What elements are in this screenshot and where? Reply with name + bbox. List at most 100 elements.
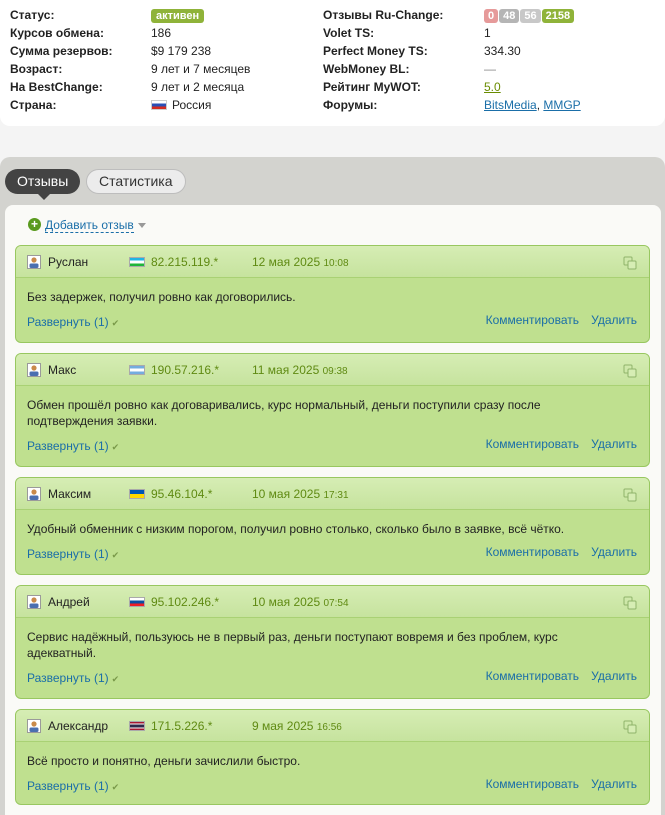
volet-value: 1 xyxy=(484,26,491,40)
user-icon xyxy=(27,363,41,377)
russia-flag-icon xyxy=(151,99,167,110)
reviewer-name: Максим xyxy=(48,487,92,501)
exchanger-info: Статус: активен Курсов обмена: 186 Сумма… xyxy=(0,0,665,126)
reviewer-ip: 95.46.104.* xyxy=(151,487,213,501)
negative-count-badge[interactable]: 0 xyxy=(484,9,499,23)
positive-count-badge[interactable]: 2158 xyxy=(541,9,575,23)
check-icon: ✔ xyxy=(111,674,120,684)
delete-link[interactable]: Удалить xyxy=(591,436,637,452)
copy-icon[interactable] xyxy=(623,488,637,502)
review-date: 11 мая 2025 09:38 xyxy=(252,363,348,377)
webmoney-label: WebMoney BL: xyxy=(323,62,410,76)
volet-label: Volet TS: xyxy=(323,26,375,40)
country-label: Страна: xyxy=(10,98,57,112)
review-card: Руслан 82.215.119.* 12 мая 2025 10:08 Бе… xyxy=(15,245,650,343)
copy-icon[interactable] xyxy=(623,720,637,734)
comment-link[interactable]: Комментировать xyxy=(486,312,579,328)
uzbekistan-flag-icon xyxy=(129,257,145,267)
bestchange-label: На BestChange: xyxy=(10,80,103,94)
user-icon xyxy=(27,487,41,501)
tab-reviews[interactable]: Отзывы xyxy=(5,169,81,194)
delete-link[interactable]: Удалить xyxy=(591,668,637,684)
expand-link[interactable]: Развернуть (1) ✔ xyxy=(27,778,119,795)
review-text: Без задержек, получил ровно как договори… xyxy=(27,290,296,304)
active-tab-pointer xyxy=(38,194,50,200)
user-icon xyxy=(27,595,41,609)
expand-link[interactable]: Развернуть (1) ✔ xyxy=(27,314,119,331)
bestchange-value: 9 лет и 2 месяца xyxy=(151,80,245,94)
review-header: Макс 190.57.216.* 11 мая 2025 09:38 xyxy=(16,354,649,386)
comment-link[interactable]: Комментировать xyxy=(486,668,579,684)
check-icon: ✔ xyxy=(111,782,120,792)
tab-statistics[interactable]: Статистика xyxy=(86,169,186,194)
status-badge: активен xyxy=(151,9,205,23)
review-date: 12 мая 2025 10:08 xyxy=(252,255,349,269)
slovakia-flag-icon xyxy=(129,597,145,607)
review-header: Александр 171.5.226.* 9 мая 2025 16:56 xyxy=(16,710,649,742)
review-header: Максим 95.46.104.* 10 мая 2025 17:31 xyxy=(16,478,649,510)
forum-bitsmedia-link[interactable]: BitsMedia xyxy=(484,98,537,112)
reviewer-name: Андрей xyxy=(48,595,90,609)
expand-link[interactable]: Развернуть (1) ✔ xyxy=(27,546,119,563)
reviewer-name: Руслан xyxy=(48,255,89,269)
review-card: Макс 190.57.216.* 11 мая 2025 09:38 Обме… xyxy=(15,353,650,467)
reviewer-name: Александр xyxy=(48,719,109,733)
comment-link[interactable]: Комментировать xyxy=(486,544,579,560)
reviewer-name: Макс xyxy=(48,363,77,377)
delete-link[interactable]: Удалить xyxy=(591,544,637,560)
review-header: Андрей 95.102.246.* 10 мая 2025 07:54 xyxy=(16,586,649,618)
reserves-value: $9 179 238 xyxy=(151,44,212,58)
review-card: Максим 95.46.104.* 10 мая 2025 17:31 Удо… xyxy=(15,477,650,575)
review-card: Андрей 95.102.246.* 10 мая 2025 07:54 Се… xyxy=(15,585,650,699)
forums-label: Форумы: xyxy=(323,98,378,112)
delete-link[interactable]: Удалить xyxy=(591,776,637,792)
add-plus-icon: + xyxy=(28,218,41,232)
user-icon xyxy=(27,255,41,269)
copy-icon[interactable] xyxy=(623,256,637,270)
chevron-down-icon xyxy=(137,223,146,229)
review-text: Сервис надёжный, пользуюсь не в первый р… xyxy=(27,630,558,660)
status-row: Статус: xyxy=(10,6,54,24)
comment-link[interactable]: Комментировать xyxy=(486,436,579,452)
forum-mmgp-link[interactable]: MMGP xyxy=(543,98,580,112)
mywot-rating-link[interactable]: 5.0 xyxy=(484,80,501,94)
claims-count-badge[interactable]: 48 xyxy=(499,9,520,23)
check-icon: ✔ xyxy=(111,442,120,452)
ukraine-flag-icon xyxy=(129,489,145,499)
reviewer-ip: 190.57.216.* xyxy=(151,363,220,377)
rates-label: Курсов обмена: xyxy=(10,26,104,40)
review-date: 10 мая 2025 07:54 xyxy=(252,595,349,609)
perfect-money-label: Perfect Money TS: xyxy=(323,44,428,58)
review-text: Обмен прошёл ровно как договаривались, к… xyxy=(27,398,541,428)
country-value: Россия xyxy=(172,98,212,112)
review-date: 9 мая 2025 16:56 xyxy=(252,719,342,733)
add-review-row[interactable]: + Добавить отзыв xyxy=(28,217,146,233)
review-text: Удобный обменник с низким порогом, получ… xyxy=(27,522,565,536)
check-icon: ✔ xyxy=(111,550,120,560)
review-text: Всё просто и понятно, деньги зачислили б… xyxy=(27,754,301,768)
reviewer-ip: 95.102.246.* xyxy=(151,595,220,609)
expand-link[interactable]: Развернуть (1) ✔ xyxy=(27,438,119,455)
delete-link[interactable]: Удалить xyxy=(591,312,637,328)
copy-icon[interactable] xyxy=(623,596,637,610)
review-card: Александр 171.5.226.* 9 мая 2025 16:56 В… xyxy=(15,709,650,805)
perfect-money-value: 334.30 xyxy=(484,44,521,58)
check-icon: ✔ xyxy=(111,318,120,328)
age-value: 9 лет и 7 месяцев xyxy=(151,62,251,76)
comment-link[interactable]: Комментировать xyxy=(486,776,579,792)
expand-link[interactable]: Развернуть (1) ✔ xyxy=(27,670,119,687)
reviewer-ip: 82.215.119.* xyxy=(151,255,219,269)
mywot-label: Рейтинг MyWOT: xyxy=(323,80,421,94)
reviewer-ip: 171.5.226.* xyxy=(151,719,213,733)
status-label: Статус: xyxy=(10,8,55,22)
neutral-count-badge[interactable]: 56 xyxy=(520,9,541,23)
reviews-count-label: Отзывы Ru-Change: xyxy=(323,8,444,22)
add-review-link[interactable]: Добавить отзыв xyxy=(45,218,134,233)
reserves-label: Сумма резервов: xyxy=(10,44,113,58)
review-header: Руслан 82.215.119.* 12 мая 2025 10:08 xyxy=(16,246,649,278)
review-date: 10 мая 2025 17:31 xyxy=(252,487,349,501)
copy-icon[interactable] xyxy=(623,364,637,378)
argentina-flag-icon xyxy=(129,365,145,375)
webmoney-value: — xyxy=(484,62,496,76)
reviews-counts: 0 48 56 2158 xyxy=(484,6,575,24)
